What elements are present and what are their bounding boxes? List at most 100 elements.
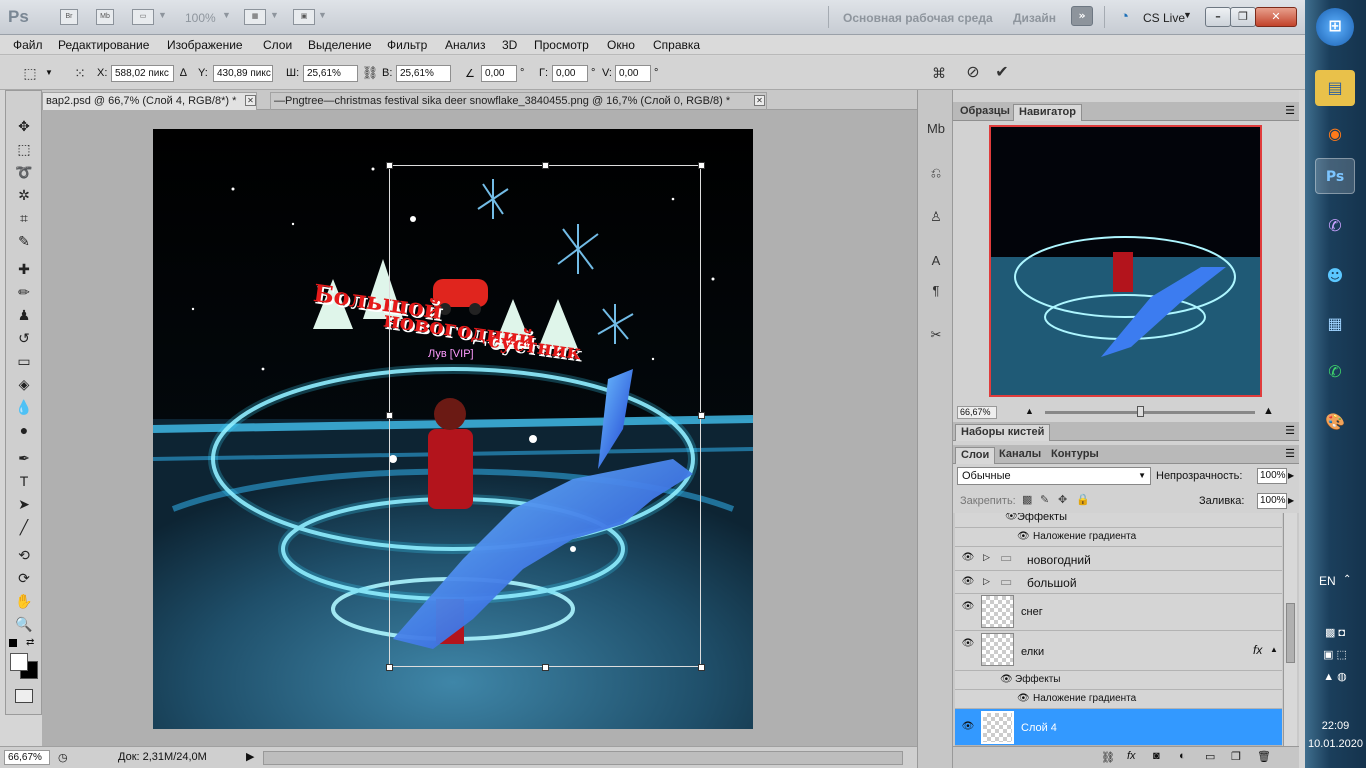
scrollbar-thumb[interactable]	[1286, 603, 1295, 663]
transform-handle[interactable]	[698, 412, 705, 419]
menu-view[interactable]: Просмотр	[534, 38, 589, 52]
tab-document-1[interactable]: вар2.psd @ 66,7% (Слой 4, RGB/8*) * ✕	[42, 92, 257, 110]
transform-handle[interactable]	[542, 162, 549, 169]
gradient-overlay-row[interactable]: 👁 Наложение градиента	[955, 528, 1282, 547]
close-button[interactable]: ✕	[1255, 7, 1297, 27]
menu-3d[interactable]: 3D	[502, 38, 517, 52]
paint-bucket-icon[interactable]: ◈	[12, 373, 36, 395]
dodge-tool-icon[interactable]: ●	[12, 419, 36, 441]
brush-tool-icon[interactable]: ✏	[12, 281, 36, 303]
menu-analysis[interactable]: Анализ	[445, 38, 486, 52]
effects-row[interactable]: 👁 Эффекты	[955, 513, 1282, 528]
height-input[interactable]: 25,61%	[396, 65, 451, 82]
status-info-icon[interactable]: ◷	[58, 751, 68, 764]
add-mask-icon[interactable]: ◙	[1153, 750, 1160, 762]
tab-swatches[interactable]: Образцы	[955, 104, 1015, 121]
blend-mode-select[interactable]: Обычные ▼	[957, 467, 1151, 485]
whatsapp-icon[interactable]: ✆	[1315, 354, 1355, 390]
opacity-arrow-icon[interactable]: ▶	[1288, 468, 1294, 484]
chevron-up-icon[interactable]: ⌃	[1343, 574, 1351, 585]
swap-colors-icon[interactable]: ⇄	[26, 637, 34, 648]
viber-icon[interactable]: ✆	[1315, 208, 1355, 244]
bridge-button[interactable]: Br	[60, 9, 78, 25]
eye-icon[interactable]: 👁	[960, 550, 976, 566]
foreground-color-swatch[interactable]	[10, 653, 28, 671]
eye-icon[interactable]: 👁	[960, 719, 976, 735]
photoshop-taskbar-icon[interactable]: Ps	[1315, 158, 1355, 194]
transform-handle[interactable]	[386, 412, 393, 419]
tab-layers[interactable]: Слои	[955, 447, 996, 464]
vskew-input[interactable]: 0,00	[615, 65, 651, 82]
mini-bridge-button[interactable]: Mb	[96, 9, 114, 25]
add-style-icon[interactable]: fx	[1127, 750, 1136, 762]
lock-all-icon[interactable]: 🔒	[1076, 493, 1090, 506]
quick-mask-icon[interactable]	[15, 689, 33, 703]
lock-transparency-icon[interactable]: ▩	[1022, 493, 1032, 506]
transform-handle[interactable]	[698, 162, 705, 169]
width-input[interactable]: 25,61%	[303, 65, 358, 82]
expand-arrow-icon[interactable]: ▷	[983, 576, 990, 587]
eye-icon[interactable]: 👁	[960, 636, 976, 652]
game-icon[interactable]: ☻	[1315, 258, 1355, 294]
menu-window[interactable]: Окно	[607, 38, 635, 52]
warp-icon[interactable]: ⌘	[929, 64, 949, 82]
transform-handle[interactable]	[542, 664, 549, 671]
link-icon[interactable]: ⛓	[360, 64, 380, 82]
horizontal-scrollbar[interactable]	[263, 751, 903, 765]
history-brush-icon[interactable]: ↺	[12, 327, 36, 349]
hskew-input[interactable]: 0,00	[552, 65, 588, 82]
layer-sloy4-selected[interactable]: 👁 Слой 4	[955, 709, 1282, 746]
pen-tool-icon[interactable]: ✒	[12, 447, 36, 469]
fx-icon[interactable]: fx	[1253, 643, 1262, 657]
eye-icon[interactable]: 👁	[1017, 531, 1030, 542]
3d-rotate-icon[interactable]: ⟲	[12, 544, 36, 566]
hand-tool-icon[interactable]: ✋	[12, 590, 36, 612]
delta-icon[interactable]: ∆	[180, 67, 187, 79]
status-menu-arrow-icon[interactable]: ▶	[246, 750, 254, 763]
firefox-icon[interactable]: ◉	[1315, 116, 1355, 152]
delete-layer-icon[interactable]: 🗑	[1257, 750, 1271, 763]
layer-elki[interactable]: 👁 елки fx ▲	[955, 631, 1282, 671]
elki-effects-row[interactable]: 👁 Эффекты	[955, 671, 1282, 690]
lasso-tool-icon[interactable]: ➰	[12, 161, 36, 183]
status-zoom-input[interactable]: 66,67%	[4, 750, 50, 765]
clone-stamp-icon[interactable]: ♟	[12, 304, 36, 326]
chevron-down-icon[interactable]: ▼	[270, 10, 279, 20]
document-canvas[interactable]: Большой новогодний сустник Лув [VIP]	[153, 129, 753, 729]
tab-paths[interactable]: Контуры	[1046, 447, 1104, 464]
close-icon[interactable]: ✕	[245, 95, 256, 106]
y-position-input[interactable]: 430,89 пикс	[213, 65, 273, 82]
elki-gradient-overlay-row[interactable]: 👁 Наложение градиента	[955, 690, 1282, 709]
x-position-input[interactable]: 588,02 пикс	[111, 65, 174, 82]
slider-thumb[interactable]	[1137, 406, 1144, 417]
reference-point-icon[interactable]: ⁙	[70, 64, 90, 82]
opacity-input[interactable]: 100%	[1257, 468, 1287, 484]
explorer-icon[interactable]: ▤	[1315, 70, 1355, 106]
transform-handle[interactable]	[698, 664, 705, 671]
line-tool-icon[interactable]: ╱	[12, 516, 36, 538]
menu-filter[interactable]: Фильтр	[387, 38, 427, 52]
menu-image[interactable]: Изображение	[167, 38, 243, 52]
workspace-design[interactable]: Дизайн	[1013, 11, 1056, 25]
eye-icon[interactable]: 👁	[1005, 513, 1018, 522]
paragraph-panel-icon[interactable]: ¶	[924, 280, 948, 302]
image-viewer-icon[interactable]: ▦	[1315, 306, 1355, 342]
clone-source-panel-icon[interactable]: ♙	[924, 206, 948, 228]
lock-position-icon[interactable]: ✥	[1058, 493, 1067, 506]
workspace-essentials[interactable]: Основная рабочая среда	[843, 11, 993, 25]
navigator-zoom-slider[interactable]	[1045, 411, 1255, 414]
lock-pixels-icon[interactable]: ✎	[1040, 493, 1049, 506]
new-layer-icon[interactable]: ❐	[1231, 750, 1241, 763]
default-colors-icon[interactable]	[9, 639, 17, 647]
zoom-in-icon[interactable]: ▲	[1263, 405, 1274, 417]
cslive-button[interactable]: CS Live	[1143, 11, 1185, 25]
chevron-down-icon[interactable]: ▼	[1183, 10, 1192, 20]
type-tool-icon[interactable]: T	[12, 470, 36, 492]
link-layers-icon[interactable]: ⛓	[1101, 751, 1115, 764]
collapse-arrow-icon[interactable]: ▲	[1270, 645, 1278, 654]
zoom-out-icon[interactable]: ▲	[1025, 406, 1034, 416]
eye-icon[interactable]: 👁	[960, 599, 976, 615]
minimize-button[interactable]: –	[1205, 7, 1231, 27]
layers-scrollbar[interactable]	[1283, 513, 1297, 746]
clock-date[interactable]: 10.01.2020	[1305, 738, 1366, 750]
